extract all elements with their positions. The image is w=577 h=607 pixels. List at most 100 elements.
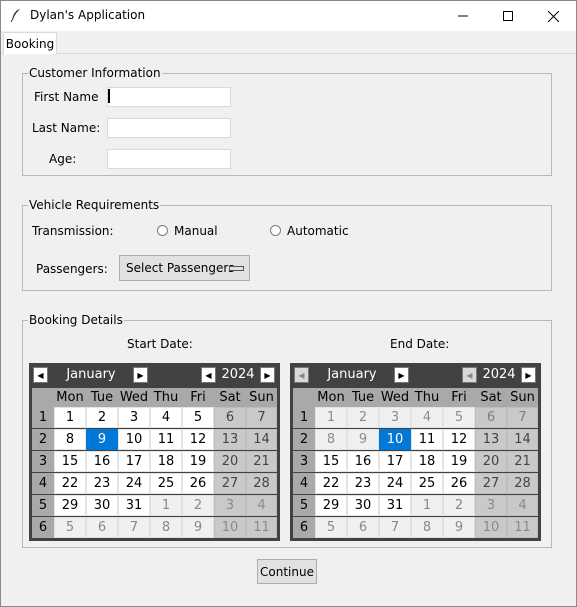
start-day-cell[interactable]: 3: [214, 495, 246, 516]
end-next-month-button[interactable]: ▶: [394, 367, 409, 383]
end-day-cell[interactable]: 5: [315, 517, 347, 538]
end-day-cell[interactable]: 1: [411, 495, 443, 516]
start-day-cell[interactable]: 5: [54, 517, 86, 538]
start-day-cell[interactable]: 1: [54, 407, 86, 428]
end-day-cell[interactable]: 25: [411, 473, 443, 494]
start-day-cell[interactable]: 19: [182, 451, 214, 472]
start-day-cell[interactable]: 11: [150, 429, 182, 450]
close-button[interactable]: [530, 1, 576, 31]
start-day-cell[interactable]: 24: [118, 473, 150, 494]
end-day-cell[interactable]: 17: [379, 451, 411, 472]
automatic-radio[interactable]: [270, 225, 281, 236]
start-day-cell[interactable]: 11: [246, 517, 277, 538]
start-day-cell[interactable]: 5: [182, 407, 214, 428]
end-day-cell[interactable]: 11: [411, 429, 443, 450]
start-day-cell[interactable]: 29: [54, 495, 86, 516]
start-next-year-button[interactable]: ▶: [260, 367, 275, 383]
end-prev-month-button[interactable]: ◀: [294, 367, 309, 383]
end-prev-year-button[interactable]: ◀: [462, 367, 477, 383]
end-day-cell[interactable]: 6: [347, 517, 379, 538]
start-day-cell[interactable]: 8: [150, 517, 182, 538]
start-date-calendar[interactable]: ◀ January ▶ ◀ 2024 ▶ Mon Tue Wed Thu Fri Sat Sun 1 1 2 3…: [29, 363, 280, 541]
start-day-cell[interactable]: 7: [118, 517, 150, 538]
end-day-cell[interactable]: 9: [347, 429, 379, 450]
start-day-cell[interactable]: 27: [214, 473, 246, 494]
end-day-cell[interactable]: 15: [315, 451, 347, 472]
end-day-cell[interactable]: 7: [379, 517, 411, 538]
start-day-cell[interactable]: 14: [246, 429, 277, 450]
end-selected-day[interactable]: 10: [379, 429, 411, 450]
start-day-cell[interactable]: 4: [246, 495, 277, 516]
start-day-cell[interactable]: 21: [246, 451, 277, 472]
start-day-cell[interactable]: 9: [182, 517, 214, 538]
start-day-cell[interactable]: 17: [118, 451, 150, 472]
end-day-cell[interactable]: 26: [443, 473, 475, 494]
end-day-cell[interactable]: 20: [475, 451, 507, 472]
start-prev-month-button[interactable]: ◀: [33, 367, 48, 383]
start-day-cell[interactable]: 23: [86, 473, 118, 494]
end-day-cell[interactable]: 8: [411, 517, 443, 538]
end-day-cell[interactable]: 27: [475, 473, 507, 494]
end-day-cell[interactable]: 14: [507, 429, 538, 450]
start-day-cell[interactable]: 10: [118, 429, 150, 450]
end-day-cell[interactable]: 18: [411, 451, 443, 472]
start-day-cell[interactable]: 15: [54, 451, 86, 472]
start-day-cell[interactable]: 18: [150, 451, 182, 472]
start-day-cell[interactable]: 20: [214, 451, 246, 472]
end-day-cell[interactable]: 2: [443, 495, 475, 516]
end-day-cell[interactable]: 1: [315, 407, 347, 428]
manual-radio[interactable]: [157, 225, 168, 236]
start-day-cell[interactable]: 13: [214, 429, 246, 450]
end-day-cell[interactable]: 29: [315, 495, 347, 516]
end-day-cell[interactable]: 31: [379, 495, 411, 516]
maximize-button[interactable]: [485, 1, 531, 31]
start-day-cell[interactable]: 6: [86, 517, 118, 538]
end-day-cell[interactable]: 3: [475, 495, 507, 516]
start-day-cell[interactable]: 30: [86, 495, 118, 516]
start-day-cell[interactable]: 8: [54, 429, 86, 450]
end-day-cell[interactable]: 7: [507, 407, 538, 428]
start-day-cell[interactable]: 2: [86, 407, 118, 428]
start-day-cell[interactable]: 1: [150, 495, 182, 516]
start-day-cell[interactable]: 3: [118, 407, 150, 428]
minimize-button[interactable]: [440, 1, 486, 31]
tab-booking[interactable]: Booking: [3, 32, 57, 54]
start-day-cell[interactable]: 2: [182, 495, 214, 516]
start-day-cell[interactable]: 10: [214, 517, 246, 538]
end-day-cell[interactable]: 19: [443, 451, 475, 472]
end-date-calendar[interactable]: ◀ January ▶ ◀ 2024 ▶ Mon Tue Wed Thu Fri Sat Sun 1 1 2 3…: [290, 363, 541, 541]
end-day-cell[interactable]: 4: [411, 407, 443, 428]
start-day-cell[interactable]: 28: [246, 473, 277, 494]
end-day-cell[interactable]: 6: [475, 407, 507, 428]
end-day-cell[interactable]: 16: [347, 451, 379, 472]
end-day-cell[interactable]: 12: [443, 429, 475, 450]
start-day-cell[interactable]: 7: [246, 407, 277, 428]
manual-option-label[interactable]: Manual: [174, 224, 218, 238]
end-day-cell[interactable]: 28: [507, 473, 538, 494]
end-next-year-button[interactable]: ▶: [521, 367, 536, 383]
start-selected-day[interactable]: 9: [86, 429, 118, 450]
continue-button[interactable]: Continue: [257, 559, 317, 584]
end-day-cell[interactable]: 22: [315, 473, 347, 494]
end-day-cell[interactable]: 21: [507, 451, 538, 472]
start-day-cell[interactable]: 31: [118, 495, 150, 516]
start-day-cell[interactable]: 22: [54, 473, 86, 494]
first-name-field[interactable]: [107, 87, 231, 107]
end-day-cell[interactable]: 3: [379, 407, 411, 428]
start-prev-year-button[interactable]: ◀: [201, 367, 216, 383]
end-day-cell[interactable]: 24: [379, 473, 411, 494]
age-field[interactable]: [107, 149, 231, 169]
end-day-cell[interactable]: 30: [347, 495, 379, 516]
end-day-cell[interactable]: 2: [347, 407, 379, 428]
end-day-cell[interactable]: 8: [315, 429, 347, 450]
end-day-cell[interactable]: 4: [507, 495, 538, 516]
end-day-cell[interactable]: 13: [475, 429, 507, 450]
start-day-cell[interactable]: 25: [150, 473, 182, 494]
end-day-cell[interactable]: 10: [475, 517, 507, 538]
start-day-cell[interactable]: 16: [86, 451, 118, 472]
start-day-cell[interactable]: 6: [214, 407, 246, 428]
end-day-cell[interactable]: 11: [507, 517, 538, 538]
start-day-cell[interactable]: 26: [182, 473, 214, 494]
start-next-month-button[interactable]: ▶: [133, 367, 148, 383]
end-day-cell[interactable]: 9: [443, 517, 475, 538]
